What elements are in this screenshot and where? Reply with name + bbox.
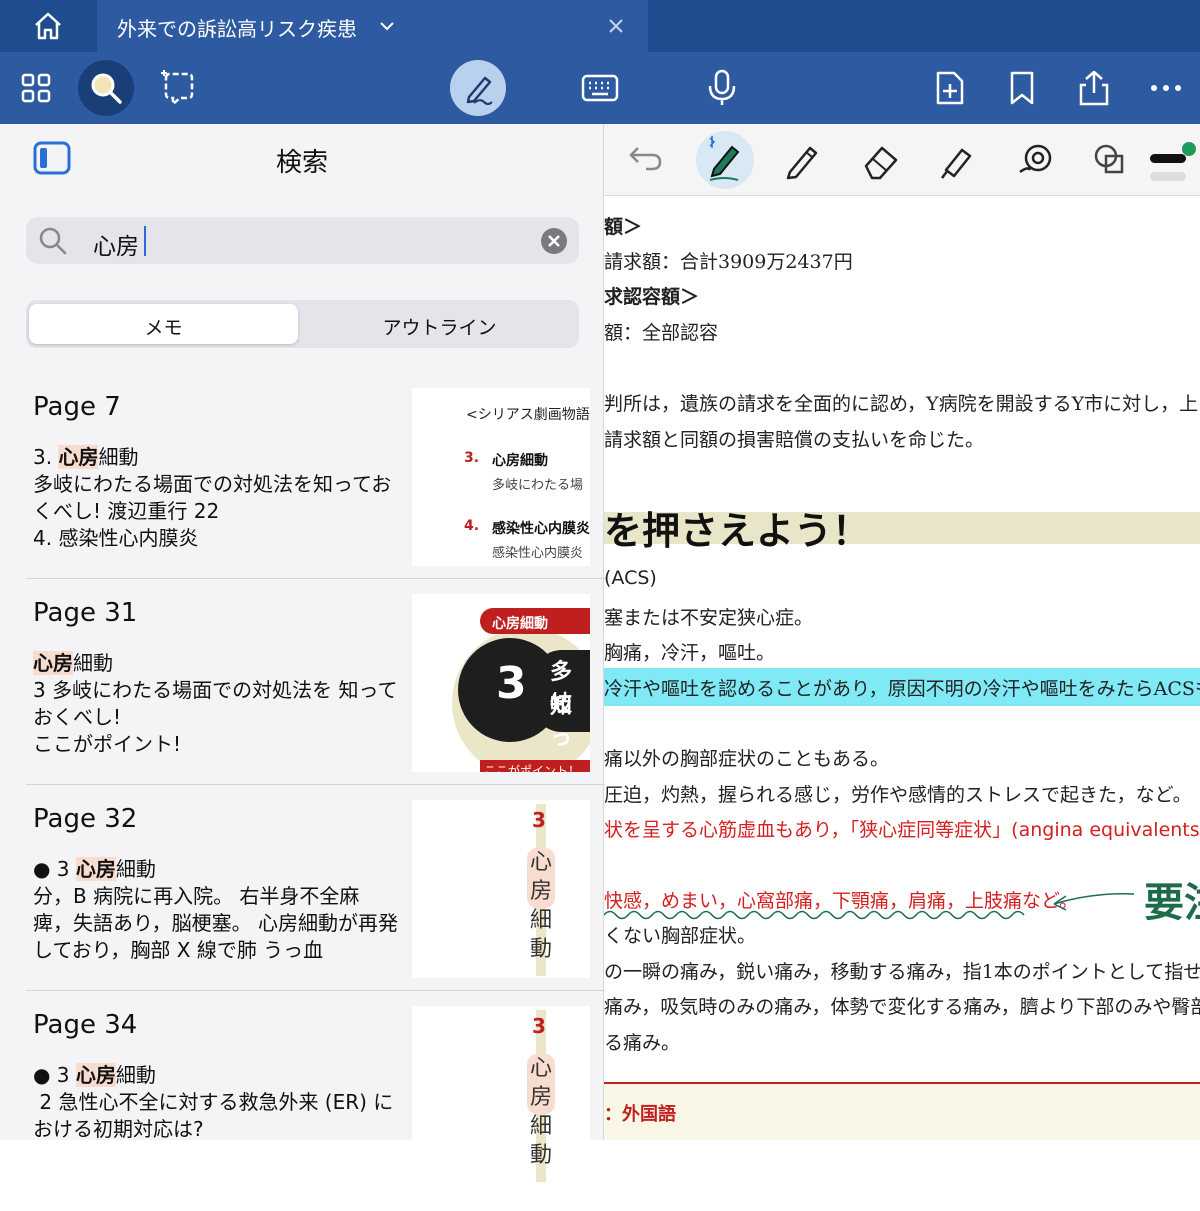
doc-line: の一瞬の痛み，鋭い痛み，移動する痛み，指1本のポイントとして指せ bbox=[604, 961, 1200, 983]
result-snippet: 心房細動 3 多岐にわたる場面での対処法を 知っておくべし! ここがポイント! bbox=[33, 650, 398, 758]
bookmark-icon[interactable] bbox=[994, 60, 1050, 116]
segment-outline[interactable]: アウトライン bbox=[300, 313, 579, 340]
lasso-select-icon[interactable] bbox=[150, 60, 206, 116]
search-result[interactable]: Page 31 心房細動 3 多岐にわたる場面での対処法を 知っておくべし! こ… bbox=[26, 592, 605, 799]
highlighter-icon[interactable] bbox=[936, 140, 976, 180]
doc-line: 胸痛，冷汗，嘔吐。 bbox=[604, 642, 776, 664]
add-page-icon[interactable] bbox=[922, 60, 978, 116]
sidebar-title: 検索 bbox=[275, 148, 328, 178]
microphone-icon[interactable] bbox=[694, 60, 750, 116]
thumb-text: <シリアス劇画物語 bbox=[466, 407, 590, 423]
snippet-highlight: 心房 bbox=[58, 445, 99, 469]
thumb-text: 心房細動 bbox=[529, 850, 552, 962]
search-result[interactable]: Page 7 3. 心房細動 多岐にわたる場面での対処法を知っておくべし! 渡辺… bbox=[26, 386, 605, 593]
result-page: Page 7 bbox=[33, 392, 121, 422]
pencil-icon[interactable] bbox=[782, 140, 822, 180]
snippet-highlight: 心房 bbox=[75, 1063, 116, 1087]
thumb-text: 感染性心内膜炎 bbox=[492, 521, 590, 537]
snippet-post: 細動 3 多岐にわたる場面での対処法を 知っておくべし! ここがポイント! bbox=[33, 651, 398, 756]
result-page: Page 31 bbox=[33, 598, 138, 628]
result-page: Page 34 bbox=[33, 1010, 138, 1040]
doc-line: 額＞ bbox=[604, 216, 643, 238]
result-snippet: 3. 心房細動 多岐にわたる場面での対処法を知っておくべし! 渡辺重行 22 4… bbox=[33, 444, 398, 552]
thumb-text: 心房細動 bbox=[492, 616, 548, 632]
thumb-text: 知っ bbox=[550, 694, 573, 751]
search-icon bbox=[38, 226, 68, 256]
doc-line: 圧迫，灼熱，握られる感じ，労作や感情的ストレスで起きた，など。 bbox=[604, 784, 1192, 806]
pen-color-swatch[interactable] bbox=[1146, 138, 1200, 188]
section-heading: を押さえよう！ bbox=[604, 509, 871, 553]
doc-line: 請求額と同額の損害賠償の支払いを命じた。 bbox=[604, 429, 985, 451]
thumb-text: 多岐にわたる場 bbox=[492, 478, 584, 493]
thumb-text: 3 bbox=[532, 1014, 546, 1038]
chevron-down-icon[interactable] bbox=[378, 18, 396, 32]
snippet-highlight: 心房 bbox=[33, 651, 73, 675]
tab-title: 外来での訴訟高リスク疾患 bbox=[117, 17, 357, 41]
doc-line: ：外国語 bbox=[604, 1104, 676, 1125]
fountain-pen-icon[interactable] bbox=[696, 131, 754, 189]
share-icon[interactable] bbox=[1066, 60, 1122, 116]
result-thumbnail: 心房細動 3 多岐 知っ ここがポイント！ bbox=[412, 594, 590, 772]
document-page[interactable] bbox=[604, 124, 1200, 1140]
search-result[interactable]: Page 32 ● 3 心房細動 分，B 病院に再入院。 右半身不全麻痺，失語あ… bbox=[26, 798, 605, 1005]
text-caret bbox=[144, 226, 146, 256]
thumb-text: ここがポイント！ bbox=[484, 764, 581, 772]
doc-line: る痛み。 bbox=[604, 1032, 681, 1054]
thumb-text: 3. bbox=[464, 450, 480, 466]
result-page: Page 32 bbox=[33, 804, 138, 834]
thumb-text: 心房細動 bbox=[492, 453, 548, 469]
result-snippet: ● 3 心房細動 2 急性心不全に対する救急外来 (ER) における初期対応は? bbox=[33, 1062, 398, 1143]
search-result[interactable]: Page 34 ● 3 心房細動 2 急性心不全に対する救急外来 (ER) にお… bbox=[26, 1004, 605, 1211]
snippet-highlight: 心房 bbox=[75, 857, 116, 881]
lasso-tool-icon[interactable] bbox=[1090, 140, 1130, 180]
doc-line: 冷汗や嘔吐を認めることがあり，原因不明の冷汗や嘔吐をみたらACSも bbox=[604, 678, 1200, 700]
section-box bbox=[604, 1084, 1200, 1140]
close-tab-icon[interactable] bbox=[607, 17, 625, 35]
result-snippet: ● 3 心房細動 分，B 病院に再入院。 右半身不全麻痺，失語あり，脳梗塞。 心… bbox=[33, 856, 398, 964]
snippet-pre: 3. bbox=[33, 445, 59, 469]
grid-icon[interactable] bbox=[8, 60, 64, 116]
thumb-text: 3 bbox=[496, 658, 527, 709]
search-icon[interactable] bbox=[78, 60, 134, 116]
result-divider bbox=[26, 784, 605, 785]
snippet-pre: ● 3 bbox=[33, 857, 76, 881]
doc-line: 額：全部認容 bbox=[604, 322, 719, 344]
home-icon[interactable] bbox=[30, 10, 66, 42]
doc-line: (ACS) bbox=[604, 567, 657, 589]
doc-line: 判所は，遺族の請求を全面的に認め，Y病院を開設するY市に対し，上 bbox=[604, 393, 1199, 415]
keyboard-icon[interactable] bbox=[572, 60, 628, 116]
thumb-text: 心房細動 bbox=[529, 1056, 552, 1168]
clear-search-icon[interactable] bbox=[540, 227, 568, 255]
doc-line: 痛以外の胸部症状のこともある。 bbox=[604, 748, 890, 770]
doc-line: 求認容額＞ bbox=[604, 286, 700, 308]
thumb-text: 3 bbox=[532, 808, 546, 832]
thumb-text: 4. bbox=[464, 518, 480, 534]
segment-memo[interactable]: メモ bbox=[29, 313, 298, 340]
eraser-icon[interactable] bbox=[860, 140, 900, 180]
more-icon[interactable] bbox=[1138, 60, 1194, 116]
result-thumbnail: 3 心房細動 bbox=[412, 1006, 590, 1184]
result-thumbnail: <シリアス劇画物語 3. 心房細動 多岐にわたる場 4. 感染性心内膜炎 感染性… bbox=[412, 388, 590, 566]
search-input[interactable]: 心房 bbox=[93, 227, 139, 261]
snippet-pre: ● 3 bbox=[33, 1063, 76, 1087]
shape-tool-icon[interactable] bbox=[1014, 140, 1054, 180]
doc-line: 請求額：合計3909万2437円 bbox=[604, 251, 853, 273]
pen-mode-icon[interactable] bbox=[450, 60, 506, 116]
handwritten-note: 要注 bbox=[1144, 880, 1200, 926]
doc-line: 痛み，吸気時のみの痛み，体勢で変化する痛み，臍より下部のみや臀部 bbox=[604, 996, 1200, 1018]
result-thumbnail: 3 心房細動 bbox=[412, 800, 590, 978]
undo-icon[interactable] bbox=[628, 142, 664, 172]
thumb-text: 感染性心内膜炎 bbox=[492, 546, 584, 561]
result-divider bbox=[26, 990, 605, 991]
doc-line: くない胸部症状。 bbox=[604, 925, 757, 947]
doc-line: 状を呈する心筋虚血もあり，「狭心症同等症状」(angina equivalent… bbox=[604, 819, 1200, 841]
result-divider bbox=[26, 578, 605, 579]
doc-line: 塞または不安定狭心症。 bbox=[604, 607, 814, 629]
